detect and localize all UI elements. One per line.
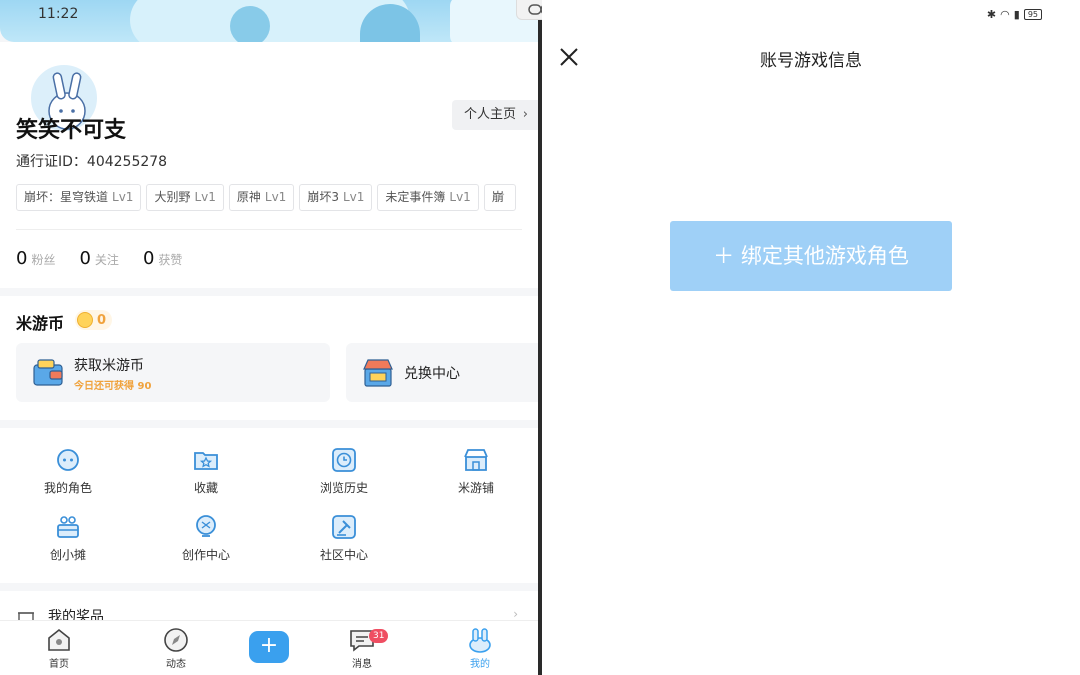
status-icons: ✱ ◠ ▮ 95 xyxy=(987,8,1042,21)
game-tag[interactable]: 原神 Lv1 xyxy=(228,184,295,211)
grid-my-characters[interactable]: 我的角色 xyxy=(18,446,118,496)
coin-title: 米游币 xyxy=(16,314,65,333)
pass-id: 通行证ID：404255278 xyxy=(16,154,168,170)
get-coins-button[interactable]: 获取米游币 今日还可获得 90 xyxy=(16,343,330,402)
bind-game-role-button[interactable]: ＋ 绑定其他游戏角色 xyxy=(670,221,952,291)
grid-favorites[interactable]: 收藏 xyxy=(156,446,256,496)
alert-icon: ▮ xyxy=(1013,8,1020,21)
compass-icon xyxy=(164,628,188,652)
coin-icon xyxy=(77,312,93,328)
grid-creator-center[interactable]: 创作中心 xyxy=(156,513,256,563)
coin-card: 米游币 0 获取米游币 今日还可获得 90 兑换中心 xyxy=(0,296,538,420)
game-tag[interactable]: 未定事件簿 Lv1 xyxy=(377,184,479,211)
exchange-center-button[interactable]: 兑换中心 xyxy=(346,343,538,402)
chevron-right-icon: › xyxy=(513,607,518,621)
stat-fans[interactable]: 0 粉丝 xyxy=(16,248,55,269)
username: 笑笑不可支 xyxy=(16,118,127,143)
message-count-badge: 31 xyxy=(369,629,389,643)
divider xyxy=(16,229,522,230)
bulb-icon xyxy=(196,515,216,537)
coin-balance: 0 xyxy=(75,310,113,330)
store-icon xyxy=(363,359,393,387)
clock-icon xyxy=(332,448,356,472)
profile-banner xyxy=(0,0,538,42)
game-tags: 崩坏：星穹铁道 Lv1 大别野 Lv1 原神 Lv1 崩坏3 Lv1 未定事件簿 Lv1 … xyxy=(16,184,516,211)
plus-icon: + xyxy=(259,633,279,658)
character-icon xyxy=(57,449,79,471)
bluetooth-icon: ✱ xyxy=(986,8,997,21)
create-post-button[interactable]: + xyxy=(249,631,289,663)
bottom-tab-bar: 首页 动态 + 消息 31 我的 xyxy=(0,620,538,675)
tab-me[interactable]: 我的 xyxy=(450,627,510,670)
tab-home[interactable]: 首页 xyxy=(29,627,89,670)
chevron-right-icon: › xyxy=(522,107,528,122)
gavel-icon xyxy=(332,515,356,539)
grid-community-center[interactable]: 社区中心 xyxy=(294,513,394,563)
star-folder-icon xyxy=(194,452,218,470)
personal-homepage-button[interactable]: 个人主页 › xyxy=(451,100,538,130)
game-tag[interactable]: 崩坏：星穹铁道 Lv1 xyxy=(16,184,142,211)
home-icon xyxy=(48,628,70,651)
battery-icon: 95 xyxy=(1023,9,1042,20)
bunny-icon xyxy=(469,628,491,653)
stall-icon xyxy=(57,516,79,538)
grid-stall[interactable]: 创小摊 xyxy=(18,513,118,563)
stat-likes[interactable]: 0 获赞 xyxy=(143,248,182,269)
page-title: 账号游戏信息 xyxy=(760,51,862,71)
shop-icon xyxy=(464,449,488,471)
game-tag[interactable]: 崩坏3 Lv1 xyxy=(299,184,373,211)
right-pane: ✱ ◠ ▮ 95 账号游戏信息 ＋ 绑定其他游戏角色 xyxy=(542,0,1080,675)
tab-feed[interactable]: 动态 xyxy=(146,627,206,670)
profile-stats: 0 粉丝 0 关注 0 获赞 xyxy=(16,248,182,269)
wallet-icon xyxy=(33,359,63,386)
grid-shop[interactable]: 米游铺 xyxy=(426,446,526,496)
status-time: 11:22 xyxy=(38,6,79,22)
stat-following[interactable]: 0 关注 xyxy=(79,248,118,269)
game-tag[interactable]: 大别野 Lv1 xyxy=(146,184,224,211)
chevron-down-icon[interactable]: ⌄ xyxy=(498,188,506,199)
left-pane: 11:22 个人主页 › 笑笑不可支 通行证ID：404255278 崩坏：星穹… xyxy=(0,0,538,675)
feature-grid: 我的角色 收藏 浏览历史 米游铺 创小摊 创作中心 社区中心 xyxy=(0,428,538,583)
wifi-icon: ◠ xyxy=(1000,8,1010,21)
grid-history[interactable]: 浏览历史 xyxy=(294,446,394,496)
